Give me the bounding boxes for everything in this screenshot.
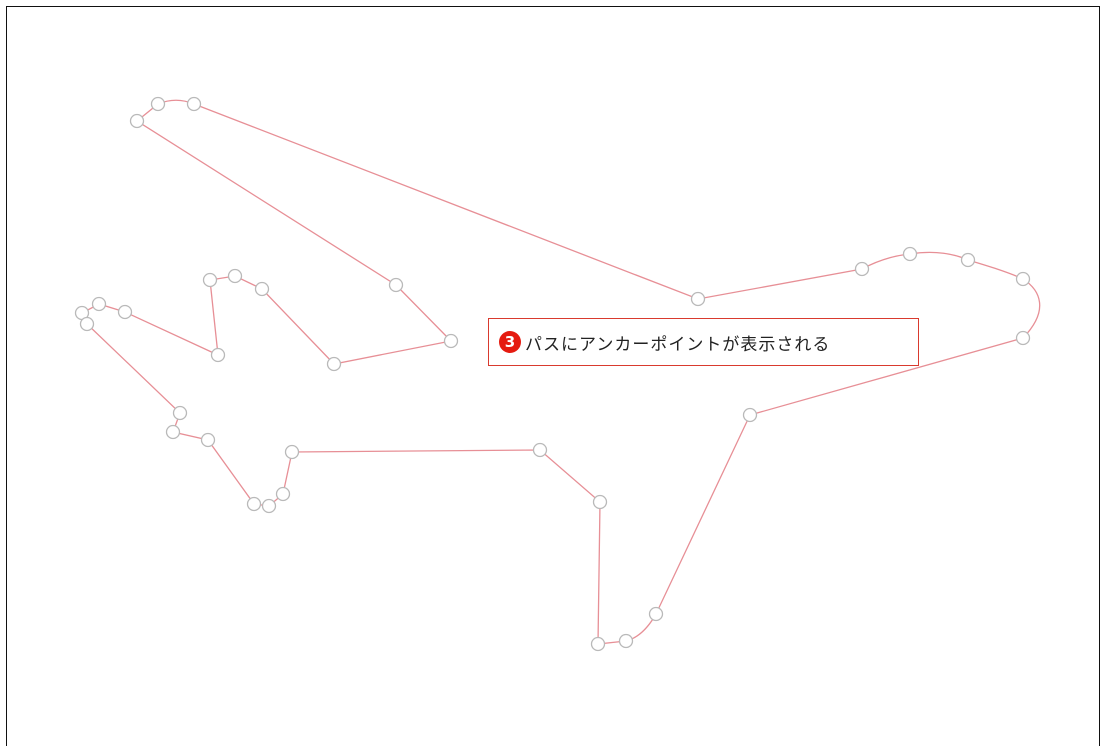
anchor-point[interactable] [960, 252, 976, 268]
step-number-badge: 3 [499, 331, 521, 353]
anchor-point[interactable] [275, 486, 291, 502]
anchor-point[interactable] [186, 96, 202, 112]
anchor-point[interactable] [592, 494, 608, 510]
anchor-point[interactable] [117, 304, 133, 320]
anchor-point[interactable] [388, 277, 404, 293]
callout-text: パスにアンカーポイントが表示される [525, 334, 831, 355]
anchor-point[interactable] [150, 96, 166, 112]
step-callout: 3 パスにアンカーポイントが表示される [488, 318, 919, 366]
anchor-point[interactable] [690, 291, 706, 307]
anchor-point[interactable] [202, 272, 218, 288]
anchor-point[interactable] [443, 333, 459, 349]
anchor-point[interactable] [200, 432, 216, 448]
anchor-point[interactable] [854, 261, 870, 277]
anchor-point[interactable] [590, 636, 606, 652]
anchor-point[interactable] [91, 296, 107, 312]
anchor-point[interactable] [326, 356, 342, 372]
anchor-point[interactable] [129, 113, 145, 129]
anchor-point[interactable] [1015, 330, 1031, 346]
anchor-point[interactable] [254, 281, 270, 297]
anchor-point[interactable] [902, 246, 918, 262]
anchor-point[interactable] [172, 405, 188, 421]
anchor-point[interactable] [284, 444, 300, 460]
anchor-point[interactable] [618, 633, 634, 649]
anchor-points-layer [74, 96, 1031, 652]
anchor-point[interactable] [261, 498, 277, 514]
anchor-point[interactable] [165, 424, 181, 440]
anchor-point[interactable] [742, 407, 758, 423]
anchor-point[interactable] [210, 347, 226, 363]
anchor-point[interactable] [79, 316, 95, 332]
anchor-point[interactable] [648, 606, 664, 622]
anchor-point[interactable] [246, 496, 262, 512]
anchor-point[interactable] [1015, 271, 1031, 287]
anchor-point[interactable] [532, 442, 548, 458]
anchor-point[interactable] [227, 268, 243, 284]
